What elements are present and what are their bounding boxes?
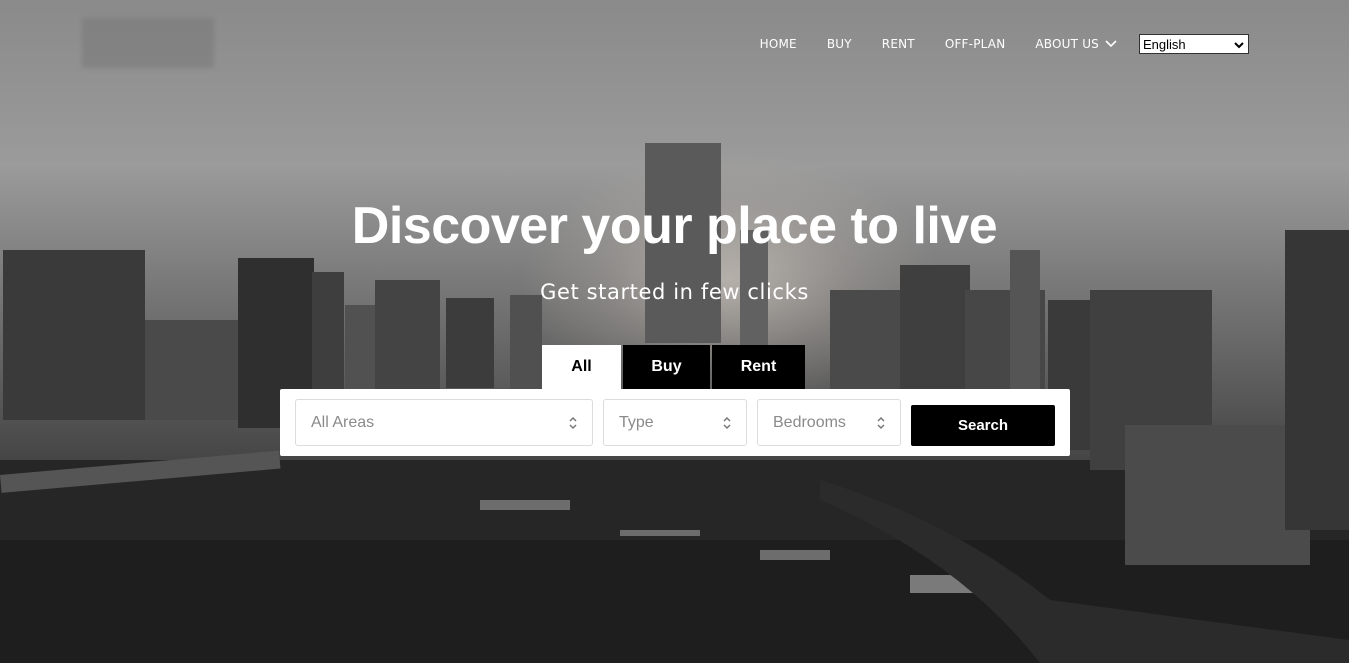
bedrooms-select[interactable]: Bedrooms: [757, 399, 901, 446]
main-navigation: HOME BUY RENT OFF-PLAN ABOUT US English: [760, 34, 1249, 54]
search-button[interactable]: Search: [911, 405, 1055, 446]
language-selected-value: English: [1143, 36, 1186, 52]
hero-subtitle: Get started in few clicks: [540, 280, 809, 304]
nav-off-plan[interactable]: OFF-PLAN: [945, 37, 1006, 51]
type-select-value: Type: [619, 413, 654, 431]
tab-rent[interactable]: Rent: [712, 345, 805, 389]
hero-section: HOME BUY RENT OFF-PLAN ABOUT US English …: [0, 0, 1349, 663]
nav-buy[interactable]: BUY: [827, 37, 852, 51]
chevron-down-icon: [1105, 37, 1117, 51]
hero-title: Discover your place to live: [351, 197, 998, 255]
tab-all[interactable]: All: [542, 345, 621, 389]
areas-select-value: All Areas: [311, 413, 375, 431]
updown-arrows-icon: [722, 416, 732, 435]
brand-logo[interactable]: [82, 18, 214, 68]
bedrooms-select-value: Bedrooms: [773, 413, 846, 431]
language-select[interactable]: English: [1139, 34, 1249, 54]
nav-about-us-label: ABOUT US: [1035, 37, 1099, 51]
nav-about-us[interactable]: ABOUT US: [1035, 37, 1117, 51]
select-arrow-icon: [1234, 37, 1244, 52]
listing-type-tabs: All Buy Rent: [542, 345, 805, 389]
updown-arrows-icon: [568, 416, 578, 435]
nav-rent[interactable]: RENT: [882, 37, 915, 51]
city-skyline-background: [0, 143, 1349, 663]
type-select[interactable]: Type: [603, 399, 747, 446]
property-search-form: All Areas Type Bedrooms Search: [280, 389, 1070, 456]
areas-select[interactable]: All Areas: [295, 399, 593, 446]
tab-buy[interactable]: Buy: [623, 345, 710, 389]
nav-home[interactable]: HOME: [760, 37, 797, 51]
updown-arrows-icon: [876, 416, 886, 435]
